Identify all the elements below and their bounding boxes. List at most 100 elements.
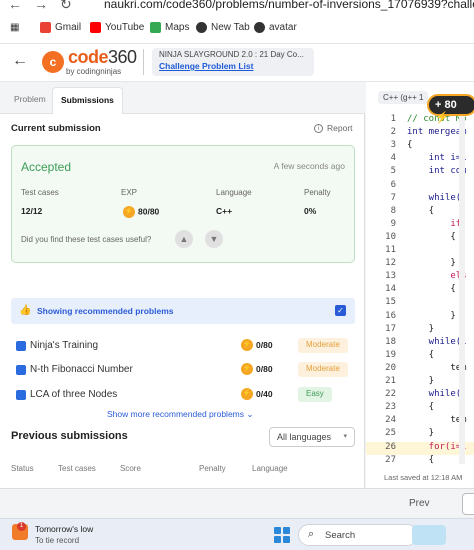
bookmark-maps[interactable]: Maps [150, 22, 189, 33]
recommended-problem[interactable]: N-th Fibonacci Number ⚡ 0/80 Moderate [16, 362, 348, 379]
browser-address-bar[interactable]: ← → ↻ naukri.com/code360/problems/number… [0, 0, 474, 14]
code-line[interactable]: 8 { [366, 206, 474, 219]
code360-logo-icon[interactable]: c [42, 51, 64, 73]
code-text[interactable]: } [407, 428, 434, 438]
bookmark-gmail[interactable]: Gmail [40, 22, 81, 33]
code-line[interactable]: 27 { [366, 455, 474, 468]
code-text[interactable]: int i=1 [407, 153, 467, 163]
reload-icon[interactable]: ↻ [60, 0, 72, 13]
recommended-problem[interactable]: Ninja's Training ⚡ 0/80 Moderate [16, 338, 348, 355]
code-text[interactable]: while( [407, 193, 462, 203]
code-line[interactable]: 20 tem [366, 363, 474, 376]
code-line[interactable]: 25 } [366, 428, 474, 441]
code-text[interactable]: { [407, 455, 434, 465]
code-text[interactable]: els [407, 271, 466, 281]
code-text[interactable]: int cou [407, 166, 467, 176]
code-text[interactable]: tem [407, 363, 466, 373]
code-line[interactable]: 5 int cou [366, 166, 474, 179]
code-line[interactable]: 11 [366, 245, 474, 258]
status-accepted: Accepted [21, 160, 72, 174]
recommended-checkbox[interactable]: ✓ [335, 305, 346, 316]
code-text[interactable]: while( [407, 389, 462, 399]
thumbs-up-icon[interactable]: ▲ [175, 230, 193, 248]
code-text[interactable]: if( [407, 219, 466, 229]
bookmark-new-tab[interactable]: New Tab [196, 22, 250, 33]
editor-language-select[interactable]: C++ (g++ 1 [378, 91, 429, 104]
language-filter-dropdown[interactable]: All languages ▾ [269, 427, 355, 447]
code-text[interactable]: { [407, 350, 434, 360]
code-line[interactable]: 7 while( [366, 193, 474, 206]
weather-line-2[interactable]: To tie record [35, 536, 79, 545]
report-button[interactable]: i Report [314, 123, 353, 133]
code-line[interactable]: 13 els [366, 271, 474, 284]
back-arrow-icon[interactable]: ← [8, 0, 22, 12]
code-line[interactable]: 6 [366, 180, 474, 193]
bookmark-youtube[interactable]: YouTube [90, 22, 144, 33]
next-button[interactable] [462, 493, 474, 515]
url-text[interactable]: naukri.com/code360/problems/number-of-in… [104, 0, 474, 11]
code360-logo-text[interactable]: code360 [68, 47, 137, 68]
taskbar-search[interactable]: ⌕ Search [298, 524, 418, 546]
code-text[interactable]: { [407, 232, 455, 242]
code-line[interactable]: 23 { [366, 402, 474, 415]
code-text[interactable]: } [407, 376, 434, 386]
windows-start-icon[interactable] [274, 527, 290, 543]
prev-button[interactable]: Prev [409, 498, 430, 509]
problem-name[interactable]: N-th Fibonacci Number [30, 364, 133, 375]
line-number: 14 [385, 284, 396, 295]
code-text[interactable]: } [407, 311, 455, 321]
weather-line-1[interactable]: Tomorrow's low [35, 524, 93, 534]
code-text[interactable]: { [407, 206, 434, 216]
code-line[interactable]: 21 } [366, 376, 474, 389]
line-number: 6 [390, 179, 396, 190]
line-number: 12 [385, 258, 396, 269]
code-line[interactable]: 14 { [366, 284, 474, 297]
col-language: Language [252, 464, 288, 473]
code-line[interactable]: 9 if( [366, 219, 474, 232]
code-text[interactable]: { [407, 402, 434, 412]
line-number: 21 [385, 376, 396, 386]
recommended-problem[interactable]: LCA of three Nodes ⚡ 0/40 Easy [16, 387, 346, 404]
code-line[interactable]: 19 { [366, 350, 474, 363]
code-line[interactable]: 10 { [366, 232, 474, 245]
code-line[interactable]: 24 tem [366, 415, 474, 428]
code-line[interactable]: 4 int i=1 [366, 153, 474, 166]
challenge-problem-list-link[interactable]: Challenge Problem List [159, 61, 307, 71]
bookmark-avatar[interactable]: avatar [254, 22, 297, 33]
code-line[interactable]: 17 } [366, 324, 474, 337]
thumbs-down-icon[interactable]: ▼ [205, 230, 223, 248]
tab-submissions[interactable]: Submissions [52, 87, 123, 114]
code-line[interactable]: 2 int mergeam [366, 127, 474, 140]
back-arrow-icon[interactable]: ← [12, 52, 28, 70]
lightning-coin-icon: ⚡ [241, 363, 253, 375]
code-text[interactable]: } [407, 324, 434, 334]
code-text[interactable]: while(i [407, 337, 467, 347]
apps-grid-icon[interactable]: ▦ [10, 22, 19, 33]
code-line[interactable]: 26 for(i=l [366, 441, 474, 455]
code-line[interactable]: 12 } [366, 258, 474, 271]
show-more-recommended-link[interactable]: Show more recommended problems ⌄ [107, 409, 254, 420]
code-editor-panel: C++ (g++ 1 1// const Mo2int mergeam3{4 i… [366, 82, 474, 488]
language-header: Language [216, 188, 252, 197]
problem-name[interactable]: LCA of three Nodes [30, 389, 117, 400]
code-text[interactable]: { [407, 284, 455, 294]
recommended-label: Showing recommended problems [37, 306, 174, 316]
code-line[interactable]: 22 while( [366, 389, 474, 402]
code-line[interactable]: 15 [366, 297, 474, 310]
forward-arrow-icon[interactable]: → [34, 0, 48, 12]
code-text[interactable]: int mergeam [407, 127, 467, 137]
problem-exp: ⚡ 0/80 [241, 363, 273, 375]
code-text[interactable]: for(i=l [407, 442, 467, 452]
editor-scrollbar[interactable] [459, 114, 465, 464]
problem-exp: ⚡ 0/80 [241, 339, 273, 351]
problem-name[interactable]: Ninja's Training [30, 340, 98, 351]
code-text[interactable]: { [407, 140, 412, 150]
difficulty-badge: Moderate [298, 338, 348, 353]
tab-problem[interactable]: Problem [6, 87, 54, 114]
code-line[interactable]: 3{ [366, 140, 474, 153]
code-line[interactable]: 18 while(i [366, 337, 474, 350]
code-text[interactable]: } [407, 258, 455, 268]
taskbar-app-icon[interactable] [412, 525, 446, 545]
code-line[interactable]: 16 } [366, 311, 474, 324]
code-text[interactable]: tem [407, 415, 466, 425]
